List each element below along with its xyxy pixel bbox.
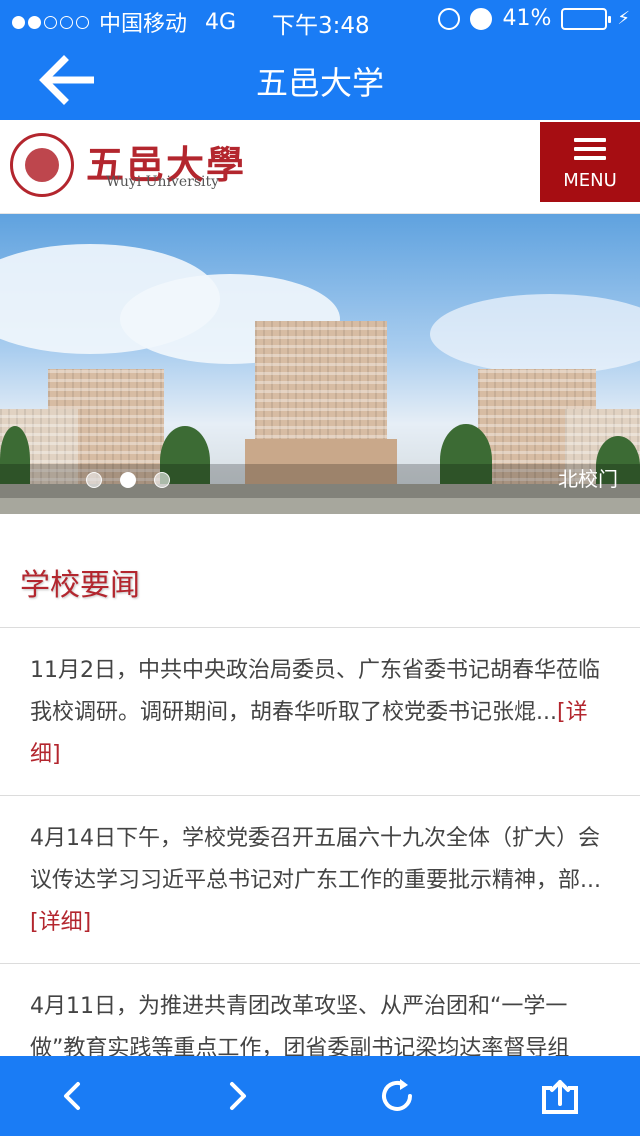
status-right: 41% ⚡ xyxy=(438,6,630,31)
pager-dot[interactable] xyxy=(86,472,102,488)
news-text: 11月2日，中共中央政治局委员、广东省委书记胡春华莅临我校调研。调研期间，胡春华… xyxy=(30,658,600,725)
refresh-icon xyxy=(382,1079,412,1111)
navigation-bar: 五邑大学 xyxy=(0,40,640,120)
site-header: 五邑大學 Wuyi University MENU xyxy=(0,120,640,214)
cloud-shape xyxy=(430,294,640,374)
refresh-button[interactable] xyxy=(376,1074,420,1118)
chevron-right-icon xyxy=(230,1082,246,1110)
news-item[interactable]: 11月2日，中共中央政治局委员、广东省委书记胡春华莅临我校调研。调研期间，胡春华… xyxy=(0,627,640,795)
charging-icon: ⚡ xyxy=(617,8,630,29)
menu-button[interactable]: MENU xyxy=(540,122,640,202)
status-time: 下午3:48 xyxy=(272,13,370,39)
status-left: 中国移动 4G xyxy=(12,6,236,38)
banner-caption: 北校门 xyxy=(558,467,618,491)
menu-label: MENU xyxy=(563,170,617,191)
section-title[interactable]: 学校要闻 xyxy=(20,560,140,604)
hero-banner[interactable]: 北校门 xyxy=(0,214,640,514)
battery-percent: 41% xyxy=(502,6,552,31)
signal-strength-icon xyxy=(12,15,89,29)
status-bar: 中国移动 4G 下午3:48 41% ⚡ xyxy=(0,0,640,40)
pager-dot[interactable] xyxy=(154,472,170,488)
share-button[interactable] xyxy=(538,1074,582,1118)
slide-pager xyxy=(86,472,170,488)
share-icon xyxy=(542,1080,578,1114)
browser-forward-button[interactable] xyxy=(214,1074,258,1118)
news-text: 4月11日，为推进共青团改革攻坚、从严治团和“一学一做”教育实践等重点工作，团省… xyxy=(30,994,570,1061)
hamburger-icon xyxy=(574,138,606,165)
battery-icon xyxy=(561,7,612,30)
browser-back-button[interactable] xyxy=(52,1074,96,1118)
news-item[interactable]: 4月14日下午，学校党委召开五届六十九次全体（扩大）会议传达学习习近平总书记对广… xyxy=(0,795,640,963)
pager-dot[interactable] xyxy=(120,472,136,488)
news-text: 4月14日下午，学校党委召开五届六十九次全体（扩大）会议传达学习习近平总书记对广… xyxy=(30,826,601,893)
top-bar: 中国移动 4G 下午3:48 41% ⚡ 五邑大学 xyxy=(0,0,640,120)
chevron-left-icon xyxy=(64,1082,80,1110)
logo-english: Wuyi University xyxy=(106,174,220,190)
rotation-lock-icon xyxy=(438,7,461,30)
carrier-name: 中国移动 xyxy=(99,12,188,37)
details-link[interactable]: [详细] xyxy=(30,910,91,935)
university-seal-logo[interactable] xyxy=(10,133,74,197)
alarm-icon xyxy=(470,7,493,30)
browser-toolbar xyxy=(0,1056,640,1136)
page-title: 五邑大学 xyxy=(255,64,384,102)
network-type: 4G xyxy=(205,9,237,35)
